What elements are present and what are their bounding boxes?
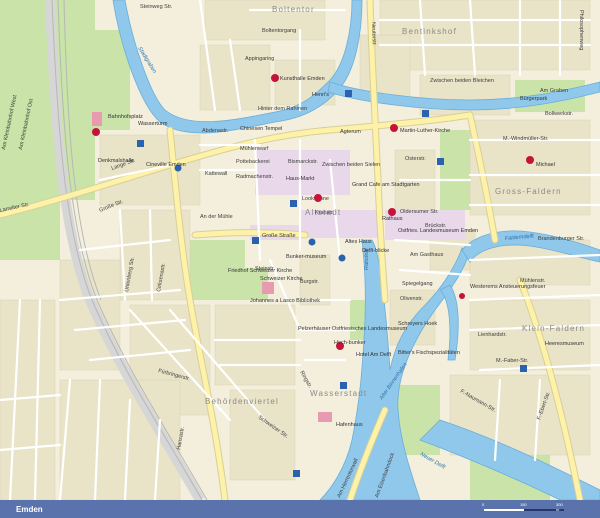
poi-label: Bitter's Fischspezialitäten — [398, 350, 460, 356]
poi-label: Wasserturm — [138, 121, 168, 127]
parking-icon — [290, 200, 297, 207]
street-label: Appingaring — [245, 56, 274, 62]
street-label: Osterstr. — [405, 156, 426, 162]
poi-label: Hotel Am Delft — [356, 352, 392, 358]
parking-icon — [340, 382, 347, 389]
parking-icon — [137, 140, 144, 147]
poi-label: Bahnhofsplatz — [108, 114, 143, 120]
poi-label: Henri's — [312, 92, 329, 98]
street-label: Kattewall — [205, 171, 227, 177]
street-label: Oldersumer Str. — [400, 209, 439, 215]
poi-label: Cineville Emden — [146, 162, 186, 168]
street-label: Zwischen beiden Bleichen — [430, 78, 494, 84]
street-label: M.-Windmüller-Str. — [503, 136, 549, 142]
street-label: Philosophenweg — [578, 10, 584, 50]
district-boltentor: Boltentor — [272, 5, 315, 14]
poi-label: Haus-Markt — [286, 176, 315, 182]
scale-label: 300 m — [556, 502, 563, 512]
street-label: Spiegelgang — [402, 281, 433, 287]
scale-segment — [484, 509, 524, 511]
info-icon — [92, 128, 100, 136]
lighthouse-icon — [459, 293, 465, 299]
street-label: An der Mühle — [200, 214, 233, 220]
poi-label: Johannes a Lasco Bibliothek — [250, 298, 320, 304]
street-label: Agterum — [340, 129, 361, 135]
museum-icon — [271, 74, 279, 82]
street-label: Bismarckstr. — [288, 159, 318, 165]
poi-label: Altes Haus — [345, 239, 372, 245]
church-icon — [390, 124, 398, 132]
street-label: Hinter dem Rahmen — [258, 106, 307, 112]
parking-icon — [293, 470, 300, 477]
parking-icon — [252, 237, 259, 244]
poi-label: Westerems Ansteuerungsfeuer — [470, 284, 546, 290]
street-label: Steinweg Str. — [140, 4, 173, 10]
district-klein-faldern: Klein-Faldern — [522, 324, 585, 333]
scale-bar: 0 150 300 m — [482, 502, 564, 516]
street-label: Mühlenwarf — [240, 146, 269, 152]
street-label: Am Graben — [540, 88, 568, 94]
poi-label: Denkmalshalle — [98, 158, 134, 164]
poi-label: Friedhof Schweizer Kirche — [228, 268, 292, 274]
district-bentinkshof: Bentinkshof — [402, 27, 457, 36]
city-map[interactable]: Boltentor Bentinkshof Gross-Faldern Alts… — [0, 0, 600, 500]
poi-label: Pelzerhäuser Ostfriesisches Landesmuseum — [298, 326, 408, 332]
poi-label: Hafenhaus — [336, 422, 363, 428]
info-icon — [314, 194, 322, 202]
scale-label: 0 — [482, 502, 485, 507]
street-label: Neutorstr. — [370, 22, 377, 47]
poi-label: Heeresmuseum — [545, 341, 584, 347]
street-label: Große Straße — [262, 233, 296, 239]
district-behoerdenviertel: Behördenviertel — [205, 397, 279, 406]
poi-label: Rathaus — [382, 216, 403, 222]
poi-label: Bunker-museum — [286, 254, 327, 260]
street-label: Radmachenstr. — [236, 174, 273, 180]
street-label: Brandenburger Str. — [538, 236, 585, 242]
district-gross-faldern: Gross-Faldern — [495, 187, 562, 196]
building-highlight-icon — [262, 282, 274, 294]
bus-icon — [308, 238, 316, 246]
street-label: Abdenastr. — [202, 128, 229, 134]
bus-icon — [338, 254, 346, 262]
church-icon — [526, 156, 534, 164]
poi-label: Chinesen Tempel — [240, 126, 282, 132]
building-highlight-icon — [318, 412, 332, 422]
parking-icon — [422, 110, 429, 117]
parking-icon — [520, 365, 527, 372]
district-wasserstadt: Wasserstadt — [310, 389, 367, 398]
street-label: Bollwerkstr. — [545, 111, 574, 117]
street-label: Boltentorgang — [262, 28, 296, 34]
street-label: Pottebackerei — [236, 159, 270, 165]
poi-label: Delft-blicke — [362, 248, 389, 254]
poi-label: Bürgerpark — [520, 96, 547, 102]
museum-icon — [388, 208, 396, 216]
poi-label: Schweizer Kirche — [260, 276, 303, 282]
street-label: Kranstr. — [315, 210, 334, 216]
street-label: Lienhardstr. — [478, 332, 507, 338]
poi-label: Grand Cafe am Stadtgarten — [352, 182, 420, 188]
poi-label: Ostfries. Landesmuseum Emden — [398, 228, 478, 234]
street-label: Burgstr. — [300, 279, 319, 285]
map-title: Emden — [16, 504, 43, 514]
poi-label: Martin-Luther-Kirche — [400, 128, 450, 134]
street-label: Olivenstr. — [400, 296, 423, 302]
street-label: Am Gasthaus — [410, 252, 444, 258]
parking-icon — [345, 90, 352, 97]
parking-icon — [437, 158, 444, 165]
map-footer: Emden 0 150 300 m — [0, 500, 600, 518]
poi-label: Michael — [536, 162, 555, 168]
scale-label: 150 — [520, 502, 527, 507]
poi-label: Kunsthalle Emden — [280, 76, 325, 82]
poi-label: Schreyers Hoek — [398, 321, 437, 327]
street-label: M.-Faber-Str. — [496, 358, 529, 364]
poi-label: Hoch-bunker — [334, 340, 366, 346]
street-label: Zwischen beiden Sielen — [322, 162, 380, 168]
building-highlight-icon — [92, 112, 102, 126]
